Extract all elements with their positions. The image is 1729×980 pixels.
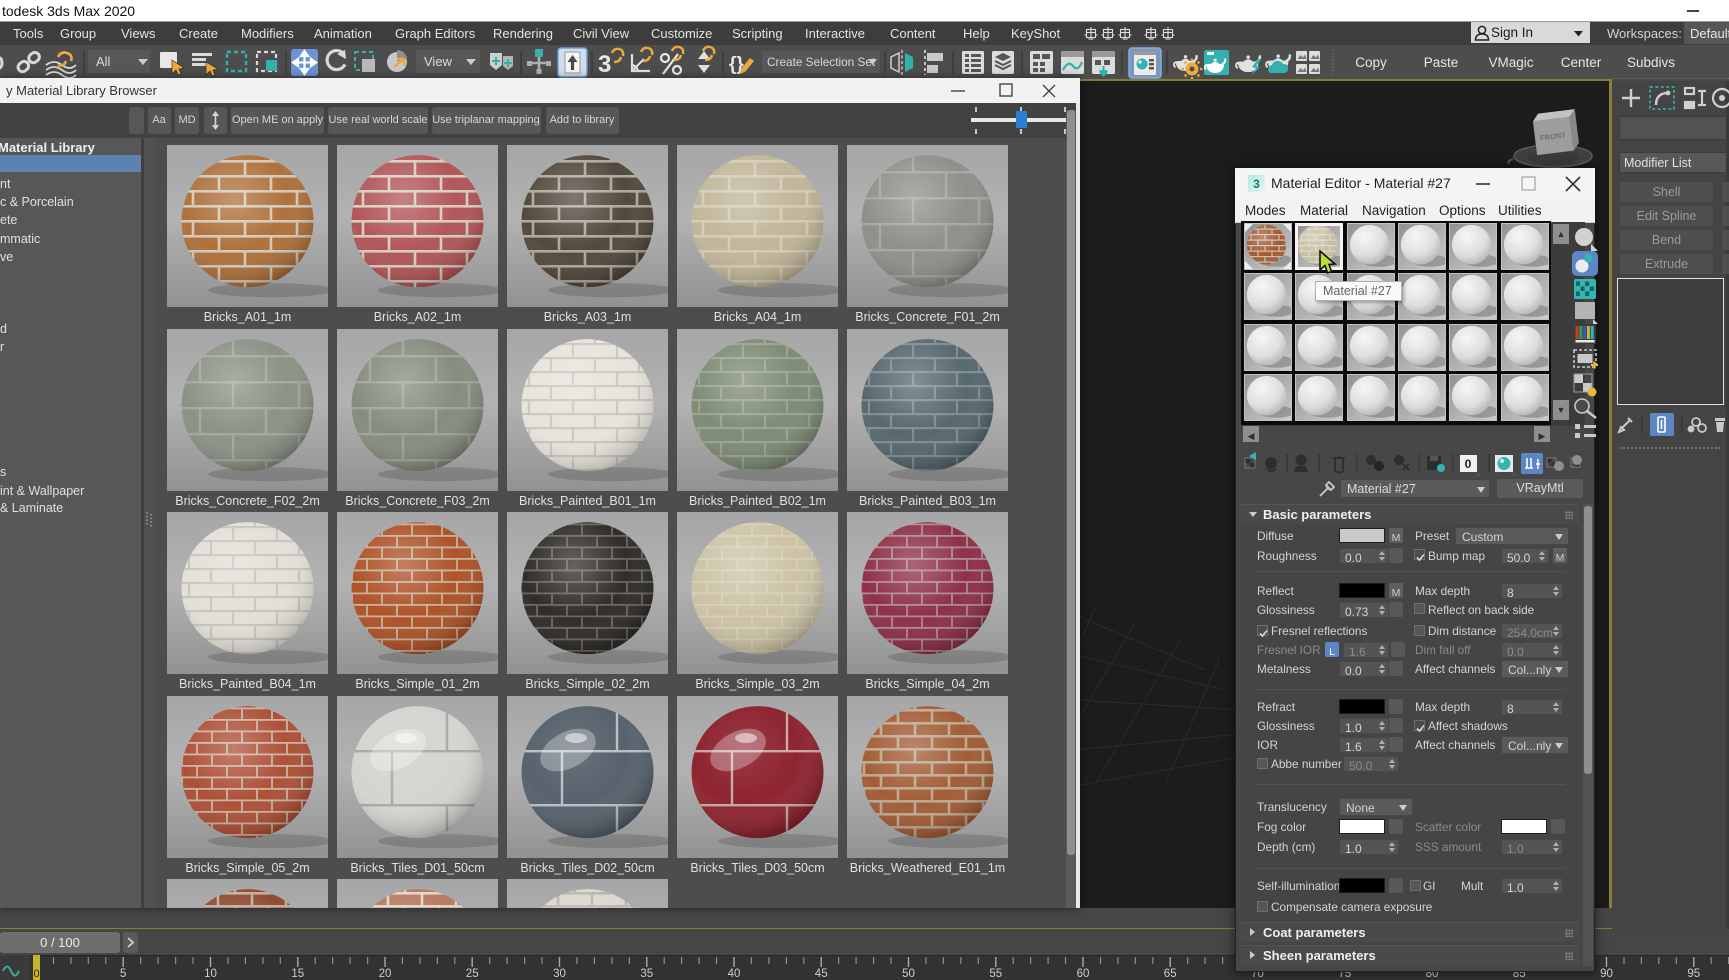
svg-text:40: 40: [728, 968, 741, 980]
svg-text:0: 0: [1465, 457, 1472, 471]
svg-text:35: 35: [640, 968, 653, 980]
svg-text:5: 5: [120, 968, 126, 980]
svg-text:15: 15: [291, 968, 304, 980]
svg-text:25: 25: [466, 968, 479, 980]
svg-text:20: 20: [379, 968, 392, 980]
svg-text:3: 3: [1253, 177, 1260, 191]
svg-text:10: 10: [204, 968, 217, 980]
svg-text:Paste: Paste: [1424, 55, 1459, 70]
svg-text:View: View: [424, 54, 453, 69]
svg-text:3: 3: [598, 51, 611, 78]
svg-text:60: 60: [1077, 968, 1090, 980]
svg-text:All: All: [96, 54, 111, 69]
svg-text:50: 50: [902, 968, 915, 980]
svg-text:95: 95: [1687, 968, 1700, 980]
svg-text:Subdivs: Subdivs: [1627, 55, 1675, 70]
svg-text:0: 0: [33, 968, 39, 980]
svg-text:55: 55: [989, 968, 1002, 980]
svg-text:VMagic: VMagic: [1488, 55, 1533, 70]
svg-text:65: 65: [1164, 968, 1177, 980]
svg-text:45: 45: [815, 968, 828, 980]
svg-text:30: 30: [553, 968, 566, 980]
svg-text:Copy: Copy: [1355, 55, 1387, 70]
svg-text:90: 90: [1600, 968, 1613, 980]
svg-text:Center: Center: [1561, 55, 1602, 70]
svg-text:Create Selection Set: Create Selection Set: [767, 55, 876, 69]
